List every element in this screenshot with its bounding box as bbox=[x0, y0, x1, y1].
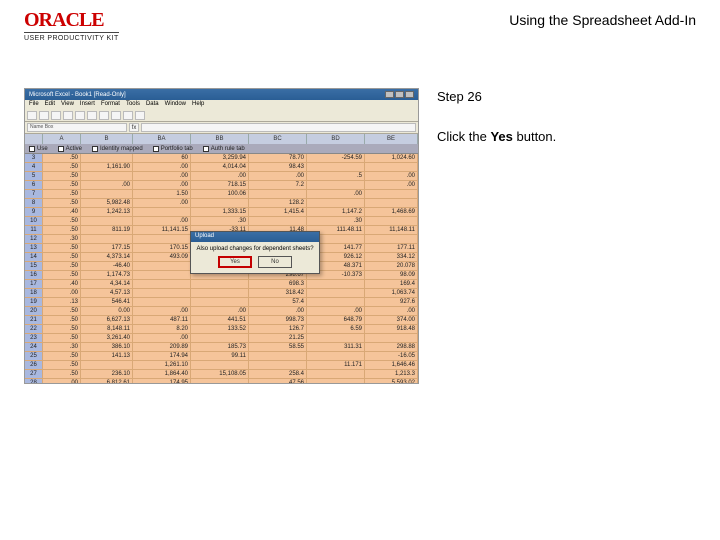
oracle-logo: ORACLE bbox=[24, 10, 119, 30]
screenshot-thumbnail: Microsoft Excel - Book1 [Read-Only] File… bbox=[24, 88, 419, 384]
table-row[interactable]: 26.501,261.1011.1711,646.46 bbox=[25, 361, 418, 370]
col-corner[interactable] bbox=[25, 134, 43, 144]
table-row[interactable]: 20.500.00.00.00.00.00.00 bbox=[25, 307, 418, 316]
dialog-title: Upload bbox=[191, 232, 319, 242]
col-bc[interactable]: BC bbox=[249, 134, 307, 144]
maximize-icon[interactable] bbox=[395, 91, 404, 98]
col-a[interactable]: A bbox=[43, 134, 81, 144]
menu-item[interactable]: Format bbox=[101, 101, 120, 109]
table-row[interactable]: 3.50603,259.9478.70-254.591,024.60 bbox=[25, 154, 418, 163]
check-auth[interactable]: Auth rule tab bbox=[203, 146, 245, 152]
menu-item[interactable]: Insert bbox=[80, 101, 95, 109]
check-active[interactable]: Active bbox=[58, 146, 82, 152]
check-use[interactable]: Use bbox=[29, 146, 48, 152]
toolbar-icon[interactable] bbox=[99, 111, 109, 120]
toolbar-1 bbox=[25, 110, 418, 122]
check-identity[interactable]: Identity mapped bbox=[92, 146, 143, 152]
no-button[interactable]: No bbox=[258, 256, 292, 268]
table-row[interactable]: 23.503,261.40.0021.25 bbox=[25, 334, 418, 343]
instruction-panel: Step 26 Click the Yes button. bbox=[437, 88, 696, 384]
formula-bar: Name Box fx bbox=[25, 122, 418, 134]
table-row[interactable]: 7.501.50100.06.00 bbox=[25, 190, 418, 199]
table-row[interactable]: 10.50.00.30.30 bbox=[25, 217, 418, 226]
table-row[interactable]: 24.30386.10209.89185.7358.55311.31298.88 bbox=[25, 343, 418, 352]
table-row[interactable]: 8.505,982.48.00128.2 bbox=[25, 199, 418, 208]
menu-item[interactable]: Window bbox=[165, 101, 186, 109]
menu-item[interactable]: Data bbox=[146, 101, 159, 109]
step-label: Step 26 bbox=[437, 88, 696, 106]
name-box[interactable]: Name Box bbox=[27, 123, 127, 132]
table-row[interactable]: 5.50.00.00.00.5.00 bbox=[25, 172, 418, 181]
toolbar-icon[interactable] bbox=[51, 111, 61, 120]
toolbar-icon[interactable] bbox=[39, 111, 49, 120]
table-row[interactable]: 27.50236.101,864.4015,108.05258.41,213.3 bbox=[25, 370, 418, 379]
menu-item[interactable]: Edit bbox=[45, 101, 55, 109]
table-row[interactable]: 18.004,57.13318.421,063.74 bbox=[25, 289, 418, 298]
menu-item[interactable]: Tools bbox=[126, 101, 140, 109]
toolbar-icon[interactable] bbox=[63, 111, 73, 120]
table-row[interactable]: 28.006,812.61174.9547.565,593.02 bbox=[25, 379, 418, 384]
yes-button[interactable]: Yes bbox=[218, 256, 252, 268]
table-row[interactable]: 6.50.00.00718.157.2.00 bbox=[25, 181, 418, 190]
filter-checkbar: Use Active Identity mapped Portfolio tab… bbox=[25, 144, 418, 154]
page-title: Using the Spreadsheet Add-In bbox=[509, 10, 696, 28]
fx-icon[interactable]: fx bbox=[129, 123, 139, 132]
formula-input[interactable] bbox=[141, 123, 416, 132]
toolbar-icon[interactable] bbox=[123, 111, 133, 120]
check-portfolio[interactable]: Portfolio tab bbox=[153, 146, 193, 152]
upk-subtitle: USER PRODUCTIVITY KIT bbox=[24, 32, 119, 42]
menu-item[interactable]: View bbox=[61, 101, 74, 109]
menu-item[interactable]: Help bbox=[192, 101, 204, 109]
instruction-text: Click the Yes button. bbox=[437, 128, 696, 146]
col-bd[interactable]: BD bbox=[307, 134, 365, 144]
column-headers: A B BA BB BC BD BE bbox=[25, 134, 418, 144]
table-row[interactable]: 22.508,148.118.20133.52126.76.59918.48 bbox=[25, 325, 418, 334]
table-row[interactable]: 17.404,34.14698.3169.4 bbox=[25, 280, 418, 289]
toolbar-icon[interactable] bbox=[75, 111, 85, 120]
table-row[interactable]: 19.13546.4157.4927.6 bbox=[25, 298, 418, 307]
logo-block: ORACLE USER PRODUCTIVITY KIT bbox=[24, 10, 119, 42]
col-bb[interactable]: BB bbox=[191, 134, 249, 144]
toolbar-icon[interactable] bbox=[135, 111, 145, 120]
table-row[interactable]: 4.501,161.90.004,014.0498.43 bbox=[25, 163, 418, 172]
window-buttons bbox=[385, 91, 414, 98]
toolbar-icon[interactable] bbox=[27, 111, 37, 120]
dialog-message: Also upload changes for dependent sheets… bbox=[191, 242, 319, 256]
table-row[interactable]: 9.401,242.131,333.151,415.41,147.21,468.… bbox=[25, 208, 418, 217]
close-icon[interactable] bbox=[405, 91, 414, 98]
table-row[interactable]: 25.50141.13174.9499.11-16.05 bbox=[25, 352, 418, 361]
col-b[interactable]: B bbox=[81, 134, 133, 144]
col-be[interactable]: BE bbox=[365, 134, 418, 144]
window-titlebar: Microsoft Excel - Book1 [Read-Only] bbox=[25, 89, 418, 100]
toolbar-icon[interactable] bbox=[111, 111, 121, 120]
window-title: Microsoft Excel - Book1 [Read-Only] bbox=[29, 92, 126, 98]
col-ba[interactable]: BA bbox=[133, 134, 191, 144]
table-row[interactable]: 21.506,627.13487.11441.51998.73648.79374… bbox=[25, 316, 418, 325]
toolbar-icon[interactable] bbox=[87, 111, 97, 120]
minimize-icon[interactable] bbox=[385, 91, 394, 98]
menu-item[interactable]: File bbox=[29, 101, 39, 109]
upload-dialog: Upload Also upload changes for dependent… bbox=[190, 231, 320, 274]
menubar: File Edit View Insert Format Tools Data … bbox=[25, 100, 418, 110]
